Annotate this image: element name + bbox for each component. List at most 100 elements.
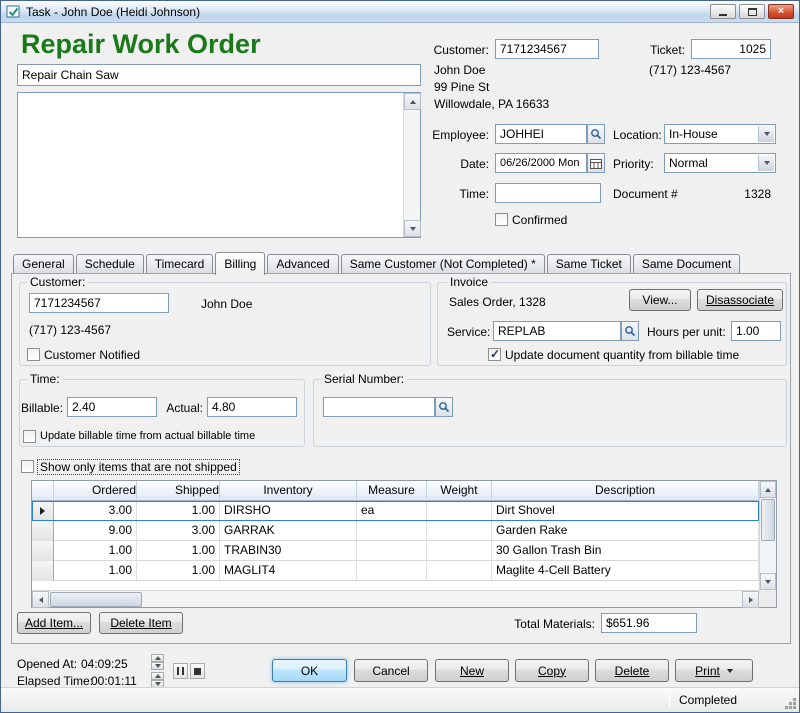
cell-ordered[interactable]: 3.00 [54,501,137,521]
header-weight[interactable]: Weight [427,481,492,501]
date-field[interactable] [495,153,587,173]
print-button[interactable]: Print [675,659,753,682]
cell-ordered[interactable]: 1.00 [54,561,137,581]
table-row[interactable]: 1.00 1.00 MAGLIT4 Maglite 4-Cell Battery [32,561,759,581]
header-measure[interactable]: Measure [357,481,427,501]
tab-same-document[interactable]: Same Document [633,254,740,274]
billing-customer-field[interactable] [29,293,169,313]
row-selector-cell[interactable] [32,501,54,521]
priority-dropdown[interactable]: Normal [664,153,776,173]
scroll-down-button[interactable] [404,220,421,237]
header-description[interactable]: Description [492,481,759,501]
scroll-right-button[interactable] [742,591,759,608]
tab-billing[interactable]: Billing [215,252,265,275]
cell-measure[interactable] [357,561,427,581]
spin-down-button[interactable] [151,662,164,670]
cell-description[interactable]: Dirt Shovel [492,501,759,521]
update-quantity-checkbox[interactable] [488,348,501,361]
cell-shipped[interactable]: 1.00 [137,541,220,561]
cell-ordered[interactable]: 9.00 [54,521,137,541]
cell-shipped[interactable]: 1.00 [137,561,220,581]
scroll-left-button[interactable] [32,591,49,608]
employee-field[interactable] [495,124,587,144]
location-dropdown[interactable]: In-House [664,124,776,144]
maximize-button[interactable] [739,4,765,19]
header-ordered[interactable]: Ordered [54,481,137,501]
serial-lookup-button[interactable] [435,397,453,417]
row-selector-cell[interactable] [32,521,54,541]
update-billable-label[interactable]: Update billable time from actual billabl… [40,430,255,442]
billable-field[interactable] [67,397,157,417]
customer-notified-checkbox[interactable] [27,348,40,361]
cell-weight[interactable] [427,561,492,581]
scroll-up-button[interactable] [404,93,421,110]
task-notes-textarea[interactable] [17,92,421,238]
pause-timer-button[interactable] [173,663,188,679]
row-selector-cell[interactable] [32,561,54,581]
row-selector-cell[interactable] [32,541,54,561]
cancel-button[interactable]: Cancel [354,659,428,682]
spin-up-button[interactable] [151,654,164,662]
tab-general[interactable]: General [13,254,74,274]
cell-weight[interactable] [427,501,492,521]
cell-weight[interactable] [427,521,492,541]
cell-weight[interactable] [427,541,492,561]
show-only-unshipped-label[interactable]: Show only items that are not shipped [38,460,239,474]
vertical-scroll-thumb[interactable] [761,499,775,541]
actual-field[interactable] [207,397,297,417]
ok-button[interactable]: OK [272,659,347,682]
delete-item-button[interactable]: Delete Item [99,612,183,634]
stop-timer-button[interactable] [190,663,205,679]
dropdown-button[interactable] [758,126,774,142]
cell-inventory[interactable]: TRABIN30 [220,541,357,561]
table-row[interactable]: 3.00 1.00 DIRSHO ea Dirt Shovel [32,501,759,521]
tab-same-ticket[interactable]: Same Ticket [547,254,631,274]
table-row[interactable]: 9.00 3.00 GARRAK Garden Rake [32,521,759,541]
disassociate-button[interactable]: Disassociate [697,289,783,311]
header-inventory[interactable]: Inventory [220,481,357,501]
grid-horizontal-scrollbar[interactable] [32,590,759,607]
hours-per-unit-field[interactable] [731,321,781,341]
customer-number-field[interactable] [495,39,599,59]
confirmed-label[interactable]: Confirmed [512,213,567,227]
cell-inventory[interactable]: DIRSHO [220,501,357,521]
cell-description[interactable]: 30 Gallon Trash Bin [492,541,759,561]
ticket-field[interactable] [691,39,771,59]
scroll-up-button[interactable] [760,481,776,498]
cell-measure[interactable] [357,541,427,561]
view-button[interactable]: View... [629,289,691,311]
tab-advanced[interactable]: Advanced [267,254,338,274]
cell-measure[interactable] [357,521,427,541]
total-materials-field[interactable] [601,613,697,633]
close-button[interactable]: × [768,4,794,19]
show-only-unshipped-checkbox[interactable] [21,460,34,473]
employee-lookup-button[interactable] [587,124,605,144]
cell-inventory[interactable]: MAGLIT4 [220,561,357,581]
service-lookup-button[interactable] [621,321,639,341]
table-row[interactable]: 1.00 1.00 TRABIN30 30 Gallon Trash Bin [32,541,759,561]
serial-number-field[interactable] [323,397,435,417]
scroll-down-button[interactable] [760,573,776,590]
copy-button[interactable]: Copy [515,659,589,682]
date-picker-button[interactable] [587,153,605,173]
cell-shipped[interactable]: 3.00 [137,521,220,541]
window-icon[interactable] [6,5,21,19]
header-row-selector[interactable] [32,481,54,501]
cell-description[interactable]: Garden Rake [492,521,759,541]
minimize-button[interactable] [710,4,736,19]
tab-timecard[interactable]: Timecard [146,254,214,274]
tab-schedule[interactable]: Schedule [76,254,144,274]
customer-notified-label[interactable]: Customer Notified [44,348,140,362]
cell-shipped[interactable]: 1.00 [137,501,220,521]
cell-description[interactable]: Maglite 4-Cell Battery [492,561,759,581]
task-summary-input[interactable] [17,64,421,86]
update-quantity-label[interactable]: Update document quantity from billable t… [505,348,739,362]
add-item-button[interactable]: Add Item... [17,612,91,634]
cell-inventory[interactable]: GARRAK [220,521,357,541]
cell-ordered[interactable]: 1.00 [54,541,137,561]
delete-button[interactable]: Delete [595,659,669,682]
header-shipped[interactable]: Shipped [137,481,220,501]
grid-vertical-scrollbar[interactable] [759,481,776,590]
cell-measure[interactable]: ea [357,501,427,521]
service-field[interactable] [493,321,621,341]
